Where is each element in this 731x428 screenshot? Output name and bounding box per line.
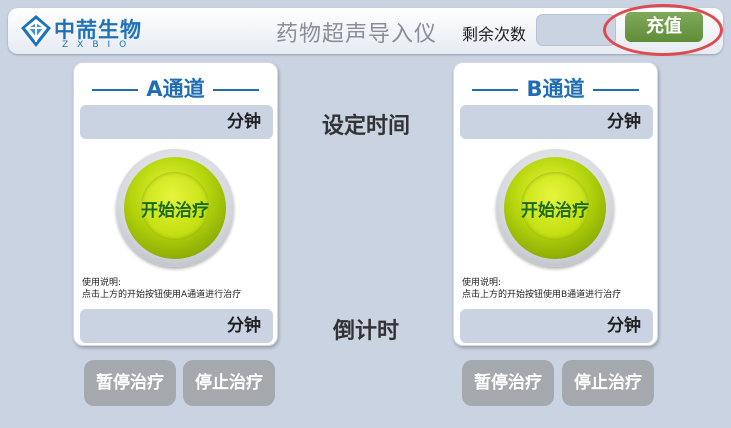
- channel-b-instructions: 使用说明: 点击上方的开始按钮使用B通道进行治疗: [462, 277, 657, 301]
- channel-b-title-text: B通道: [526, 77, 585, 101]
- channel-b-countdown-unit: 分钟: [607, 316, 641, 336]
- title-rule-left: [92, 89, 139, 91]
- channel-a-start-button[interactable]: 开始治疗: [124, 157, 226, 259]
- brand-name-latin: ZXBIO: [62, 40, 136, 50]
- channel-b-title: B通道: [454, 73, 657, 103]
- countdown-label: 倒计时: [332, 319, 399, 344]
- channel-b-stop-button[interactable]: 停止治疗: [562, 360, 654, 406]
- channel-a-title: A通道: [74, 73, 277, 103]
- set-time-label: 设定时间: [321, 114, 410, 139]
- channel-a-set-time-unit: 分钟: [227, 112, 261, 132]
- title-rule-right: [212, 89, 259, 91]
- channel-b-set-time-field[interactable]: 分钟: [460, 105, 653, 139]
- channel-a-start-label: 开始治疗: [141, 200, 209, 221]
- channel-b-panel: B通道 分钟 开始治疗 使用说明: 点击上方的开始按钮使用B通道进行治疗 分钟: [453, 62, 658, 346]
- channel-a-set-time-field[interactable]: 分钟: [80, 105, 273, 139]
- channel-a-countdown-unit: 分钟: [227, 316, 261, 336]
- channel-a-panel: A通道 分钟 开始治疗 使用说明: 点击上方的开始按钮使用A通道进行治疗 分钟: [73, 62, 278, 346]
- title-rule-right: [592, 89, 639, 91]
- device-title: 药物超声导入仪: [276, 22, 438, 47]
- channel-a-start-ring: 开始治疗: [116, 149, 234, 267]
- brand-logo: 中荋生物 ZXBIO: [20, 12, 170, 52]
- channel-b-start-button[interactable]: 开始治疗: [504, 157, 606, 259]
- channel-a-pause-button[interactable]: 暂停治疗: [84, 360, 176, 406]
- instructions-text: 点击上方的开始按钮使用A通道进行治疗: [82, 290, 242, 300]
- channel-a-stop-button[interactable]: 停止治疗: [183, 360, 275, 406]
- channel-b-start-ring: 开始治疗: [496, 149, 614, 267]
- channel-b-start-label: 开始治疗: [521, 200, 589, 221]
- channel-a-instructions: 使用说明: 点击上方的开始按钮使用A通道进行治疗: [82, 277, 277, 301]
- channel-b-pause-button[interactable]: 暂停治疗: [462, 360, 554, 406]
- instructions-text: 点击上方的开始按钮使用B通道进行治疗: [462, 290, 622, 300]
- channel-b-countdown-field: 分钟: [460, 309, 653, 343]
- channel-a-title-text: A通道: [146, 77, 205, 101]
- channel-a-countdown-field: 分钟: [80, 309, 273, 343]
- title-rule-left: [472, 89, 519, 91]
- recharge-button[interactable]: 充值: [625, 12, 703, 42]
- instructions-title: 使用说明:: [462, 278, 502, 288]
- zxbio-logo-icon: [21, 15, 51, 47]
- remaining-count-label: 剩余次数: [462, 25, 527, 44]
- channel-b-set-time-unit: 分钟: [607, 112, 641, 132]
- instructions-title: 使用说明:: [82, 278, 122, 288]
